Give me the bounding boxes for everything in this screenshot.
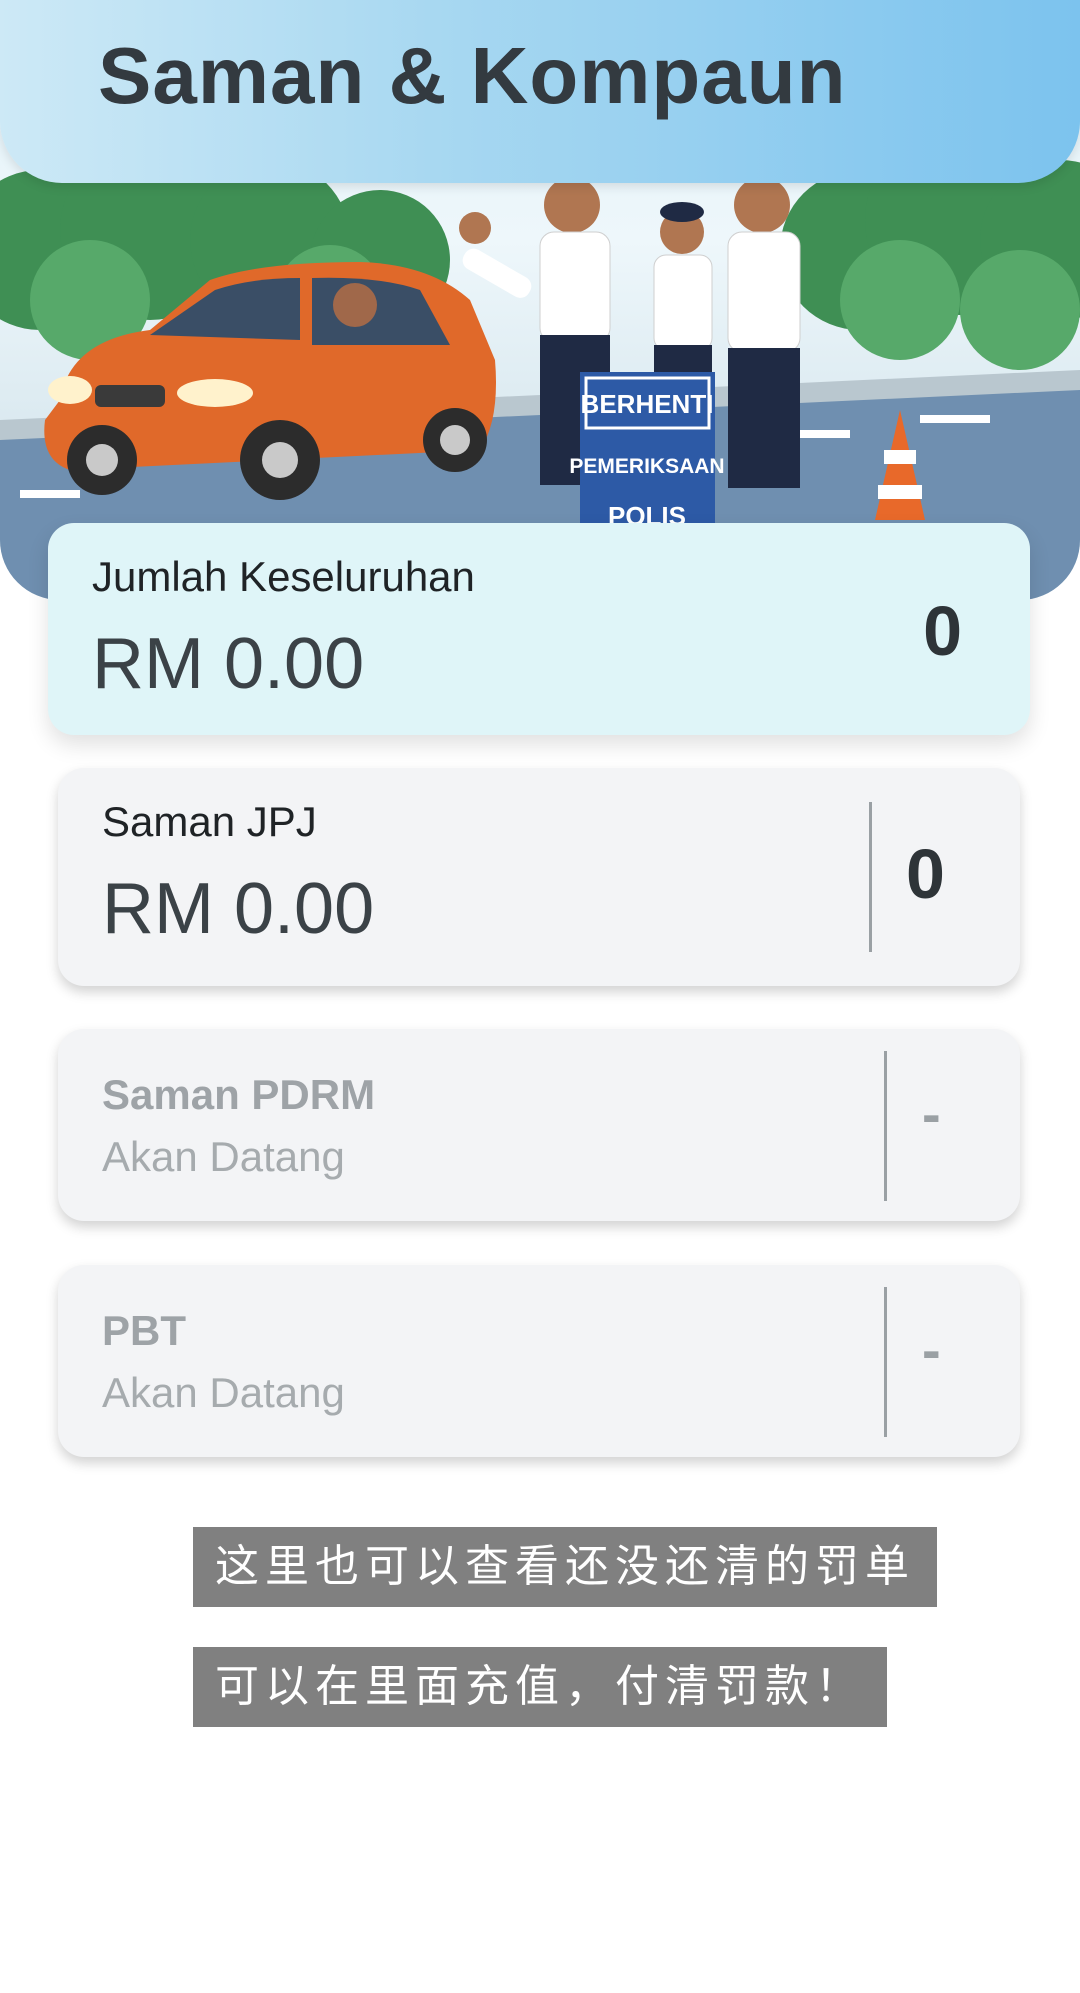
saman-pdrm-label: Saman PDRM [102,1071,376,1118]
card-divider [884,1287,887,1437]
saman-jpj-amount: RM 0.00 [102,869,375,949]
sign-line-2: PEMERIKSAAN [569,455,724,478]
caption-2: 可以在里面充值，付清罚款！ [193,1647,887,1727]
pbt-count: - [922,1318,941,1381]
total-amount: RM 0.00 [92,624,365,704]
saman-pdrm-status: Akan Datang [102,1133,345,1180]
card-divider [884,1051,887,1201]
pbt-label: PBT [102,1307,186,1354]
saman-jpj-count: 0 [906,835,945,913]
saman-pdrm-card[interactable]: Saman PDRM Akan Datang - [58,1029,1020,1221]
saman-pdrm-count: - [922,1082,941,1145]
page-header: Saman & Kompaun [0,0,1080,183]
caption-1: 这里也可以查看还没还清的罚单 [193,1527,937,1607]
total-label: Jumlah Keseluruhan [92,553,475,600]
saman-jpj-card[interactable]: Saman JPJ RM 0.00 0 [58,768,1020,986]
pbt-card[interactable]: PBT Akan Datang - [58,1265,1020,1457]
pbt-status: Akan Datang [102,1369,345,1416]
page-title: Saman & Kompaun [98,31,847,120]
saman-jpj-label: Saman JPJ [102,798,317,845]
total-count: 0 [923,592,962,670]
sign-line-1: BERHENTI [581,389,714,419]
card-divider [869,802,872,952]
total-summary-card[interactable]: Jumlah Keseluruhan RM 0.00 0 [48,523,1030,735]
